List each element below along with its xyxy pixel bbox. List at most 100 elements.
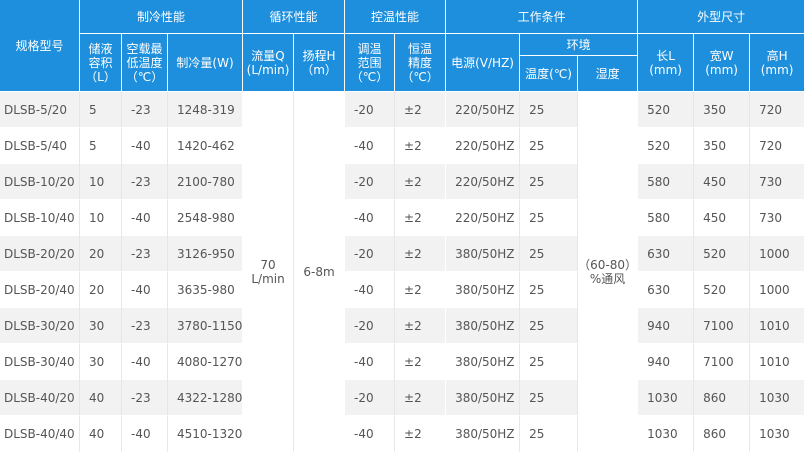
cell-length: 520 [638,92,695,128]
cell-range: -20 [345,308,396,344]
cell-min-temp: -23 [122,308,168,344]
cell-range: -20 [345,164,396,200]
cell-length: 940 [638,308,695,344]
cell-length: 630 [638,236,695,272]
cell-power: 220/50HZ [446,200,521,236]
cell-env-temp: 25 [520,200,579,236]
table-row: DLSB-5/40 5 -40 1420-462 -40 ±2 220/50HZ 25 520 3… [0,128,804,164]
cell-range: -40 [345,272,396,308]
cell-width: 7100 [694,344,751,380]
cell-width: 860 [694,416,751,452]
cell-length: 580 [638,200,695,236]
cell-volume: 5 [80,128,122,164]
cell-volume: 30 [80,308,122,344]
cell-min-temp: -23 [122,380,168,416]
cell-capacity: 1420-462 [168,128,244,164]
table-row: DLSB-30/20 30 -23 3780-1150 -20 ±2 380/50HZ 25 9… [0,308,804,344]
header-dimensions-group: 外型尺寸 [638,0,804,34]
cell-min-temp: -23 [122,164,168,200]
cell-min-temp: -40 [122,272,168,308]
cell-height: 730 [750,200,804,236]
cell-width: 450 [694,164,751,200]
cell-env-temp: 25 [520,236,579,272]
cell-range: -40 [345,344,396,380]
cell-power: 380/50HZ [446,416,521,452]
cell-model: DLSB-20/20 [0,236,80,272]
cell-volume: 20 [80,236,122,272]
cell-env-temp: 25 [520,164,579,200]
cell-power: 220/50HZ [446,164,521,200]
cell-precision: ±2 [395,380,447,416]
cell-min-temp: -23 [122,92,168,128]
table-row: DLSB-40/20 40 -23 4322-1280 -20 ±2 380/50HZ 25 1… [0,380,804,416]
header-cooling-group: 制冷性能 [80,0,244,34]
cell-width: 450 [694,200,751,236]
cell-power: 220/50HZ [446,128,521,164]
cell-model: DLSB-40/20 [0,380,80,416]
cell-capacity: 3635-980 [168,272,244,308]
cell-capacity: 4322-1280 [168,380,244,416]
cell-range: -20 [345,380,396,416]
cell-min-temp: -40 [122,344,168,380]
cell-precision: ±2 [395,200,447,236]
cell-height: 1030 [750,380,804,416]
cell-model: DLSB-40/40 [0,416,80,452]
header-flow: 流量Q (L/min) [243,34,295,92]
cell-length: 940 [638,344,695,380]
header-humidity: 湿度 [578,56,639,92]
cell-flow-merged: 70 L/min [243,92,295,452]
cell-range: -40 [345,416,396,452]
cell-length: 580 [638,164,695,200]
header-temp-control-group: 控温性能 [345,0,447,34]
cell-length: 520 [638,128,695,164]
cell-precision: ±2 [395,416,447,452]
table-row: DLSB-10/20 10 -23 2100-780 -20 ±2 220/50HZ 25 58… [0,164,804,200]
cell-env-temp: 25 [520,344,579,380]
cell-length: 1030 [638,416,695,452]
cell-env-temp: 25 [520,416,579,452]
header-volume: 储液 容积 （L） [80,34,122,92]
cell-precision: ±2 [395,164,447,200]
header-env-temp: 温度(℃) [520,56,579,92]
cell-precision: ±2 [395,272,447,308]
cell-model: DLSB-20/40 [0,272,80,308]
cell-width: 7100 [694,308,751,344]
cell-model: DLSB-10/40 [0,200,80,236]
header-length: 长L (mm) [638,34,695,92]
header-head: 扬程H （m） [294,34,346,92]
cell-height: 1010 [750,308,804,344]
header-work-conditions-group: 工作条件 [446,0,639,34]
cell-env-temp: 25 [520,308,579,344]
cell-capacity: 3780-1150 [168,308,244,344]
header-environment: 环境 [520,34,639,56]
header-height: 高H (mm) [750,34,804,92]
cell-capacity: 3126-950 [168,236,244,272]
cell-width: 860 [694,380,751,416]
cell-width: 520 [694,236,751,272]
cell-volume: 30 [80,344,122,380]
spec-table: 规格型号 制冷性能 循环性能 控温性能 工作条件 外型尺寸 储液 容积 （L） … [0,0,804,452]
cell-volume: 10 [80,200,122,236]
cell-volume: 40 [80,380,122,416]
cell-width: 350 [694,128,751,164]
cell-model: DLSB-5/20 [0,92,80,128]
cell-capacity: 2548-980 [168,200,244,236]
cell-height: 1010 [750,344,804,380]
cell-volume: 5 [80,92,122,128]
cell-capacity: 4510-1320 [168,416,244,452]
table-row: DLSB-5/20 5 -23 1248-319 70 L/min 6-8m -20 ±2 22… [0,92,804,452]
table-row: DLSB-40/40 40 -40 4510-1320 -40 ±2 380/50HZ 25 1… [0,416,804,452]
header-min-temp: 空载最 低温度 （℃） [122,34,168,92]
cell-volume: 20 [80,272,122,308]
cell-precision: ±2 [395,128,447,164]
table-row: DLSB-20/40 20 -40 3635-980 -40 ±2 380/50HZ 25 63… [0,272,804,308]
cell-capacity: 1248-319 [168,92,244,128]
cell-height: 730 [750,164,804,200]
cell-height: 720 [750,92,804,128]
cell-length: 630 [638,272,695,308]
cell-width: 520 [694,272,751,308]
cell-model: DLSB-10/20 [0,164,80,200]
cell-capacity: 2100-780 [168,164,244,200]
header-range: 调温 范围 （℃） [345,34,396,92]
table-row: DLSB-10/40 10 -40 2548-980 -40 ±2 220/50HZ 25 58… [0,200,804,236]
